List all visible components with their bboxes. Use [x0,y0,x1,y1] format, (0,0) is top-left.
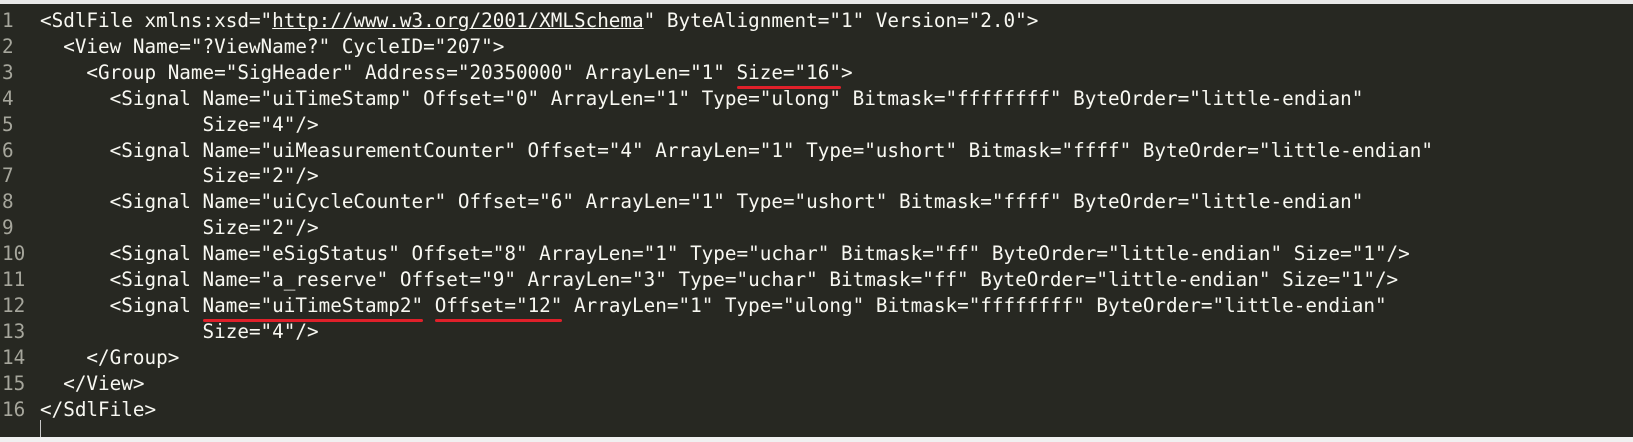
code-segment: <Signal Name="a_reserve" Offset="9" Arra… [40,268,1399,291]
code-segment: <Group Name="SigHeader" Address="2035000… [40,60,737,84]
line-number: 12 [2,293,26,317]
code-area[interactable]: 1 <SdlFile xmlns:xsd="http://www.w3.org/2… [0,4,1633,440]
code-text: Size="4"/> [40,318,319,345]
schema-link[interactable]: http://www.w3.org/2001/XMLSchema [272,9,643,32]
code-line[interactable]: 12 <Signal Name="uiTimeStamp2" Offset="1… [0,292,1633,322]
line-number: 2 [2,34,14,58]
code-line[interactable]: 1 <SdlFile xmlns:xsd="http://www.w3.org/2… [0,7,1633,34]
code-line[interactable]: 6 <Signal Name="uiMeasurementCounter" Of… [0,137,1633,164]
code-text: Size="2"/> [40,214,319,241]
highlighted-attribute: Offset="12" [434,293,563,322]
editor-bottom-border [0,437,1633,442]
code-segment: <Signal Name="uiCycleCounter" Offset="6"… [40,190,1364,214]
code-text: Size="2"/> [40,162,319,189]
code-text: </SdlFile> [40,396,156,423]
code-segment: " ByteAlignment="1" Version="2.0"> [643,9,1039,32]
code-text: Size="4"/> [40,111,319,138]
code-line[interactable]: 15 </View> [0,370,1633,397]
code-line[interactable]: 8 <Signal Name="uiCycleCounter" Offset="… [0,188,1633,215]
code-segment: <SdlFile xmlns:xsd=" [40,9,273,32]
line-number: 15 [2,371,26,395]
code-editor[interactable]: 1 <SdlFile xmlns:xsd="http://www.w3.org/2… [0,0,1633,442]
code-text: <SdlFile xmlns:xsd="http://www.w3.org/20… [40,7,1038,34]
code-text: <View Name="?ViewName?" CycleID="207"> [40,33,504,60]
line-number: 6 [2,138,14,162]
code-line[interactable]: 13 Size="4"/> [0,318,1633,345]
code-segment: <Signal Name="uiTimeStamp" Offset="0" Ar… [40,86,1364,110]
text-caret [40,420,41,438]
code-text: <Signal Name="uiCycleCounter" Offset="6"… [40,188,1364,215]
code-text: <Signal Name="a_reserve" Offset="9" Arra… [40,266,1399,293]
code-segment: <Signal Name="uiMeasurementCounter" Offs… [40,138,1433,162]
line-number: 10 [2,242,26,266]
code-segment: Size="4"/> [40,112,319,136]
line-number: 11 [2,268,26,291]
code-segment: Size="2"/> [40,216,319,240]
code-segment: > [840,60,853,84]
code-text: <Signal Name="uiTimeStamp" Offset="0" Ar… [40,85,1364,112]
code-line[interactable]: 4 <Signal Name="uiTimeStamp" Offset="0" … [0,85,1633,112]
code-segment: </SdlFile> [40,397,157,421]
line-number: 4 [2,86,14,110]
code-text: <Signal Name="uiMeasurementCounter" Offs… [40,137,1433,164]
highlighted-attribute: Size="16" [736,60,842,89]
line-number: 14 [2,345,26,369]
line-number: 13 [2,319,26,343]
code-text: <Group Name="SigHeader" Address="2035000… [40,59,853,89]
code-line[interactable]: 9 Size="2"/> [0,214,1633,241]
code-line[interactable]: 10 <Signal Name="eSigStatus" Offset="8" … [0,240,1633,267]
code-line[interactable]: 7 Size="2"/> [0,162,1633,189]
code-segment: Size="2"/> [40,164,319,188]
code-segment: Size="4"/> [40,319,319,343]
code-segment: <View Name="?ViewName?" CycleID="207"> [40,34,505,58]
code-text: </View> [40,370,144,397]
code-line[interactable]: 5 Size="4"/> [0,111,1633,138]
line-number: 1 [2,9,14,32]
code-text: <Signal Name="uiTimeStamp2" Offset="12" … [40,292,1387,322]
line-number: 9 [2,216,14,240]
code-line[interactable]: 3 <Group Name="SigHeader" Address="20350… [0,59,1633,89]
code-line[interactable]: 11 <Signal Name="a_reserve" Offset="9" A… [0,266,1633,293]
line-number: 3 [2,60,14,84]
code-segment: ArrayLen="1" Type="ulong" Bitmask="fffff… [562,293,1387,317]
code-segment: <Signal Name="eSigStatus" Offset="8" Arr… [40,242,1410,266]
line-number: 8 [2,190,14,214]
highlighted-attribute: Name="uiTimeStamp2" [202,293,424,322]
line-number: 16 [2,397,26,421]
code-line[interactable]: 16 </SdlFile> [0,396,1633,423]
code-segment: <Signal [40,293,203,317]
code-segment: </View> [40,371,145,395]
line-number: 5 [2,112,14,136]
code-line[interactable]: 2 <View Name="?ViewName?" CycleID="207"> [0,33,1633,60]
code-line[interactable]: 14 </Group> [0,344,1633,371]
code-segment: </Group> [40,345,180,369]
line-number: 7 [2,164,14,188]
code-text: <Signal Name="eSigStatus" Offset="8" Arr… [40,240,1410,267]
code-text: </Group> [40,344,179,371]
